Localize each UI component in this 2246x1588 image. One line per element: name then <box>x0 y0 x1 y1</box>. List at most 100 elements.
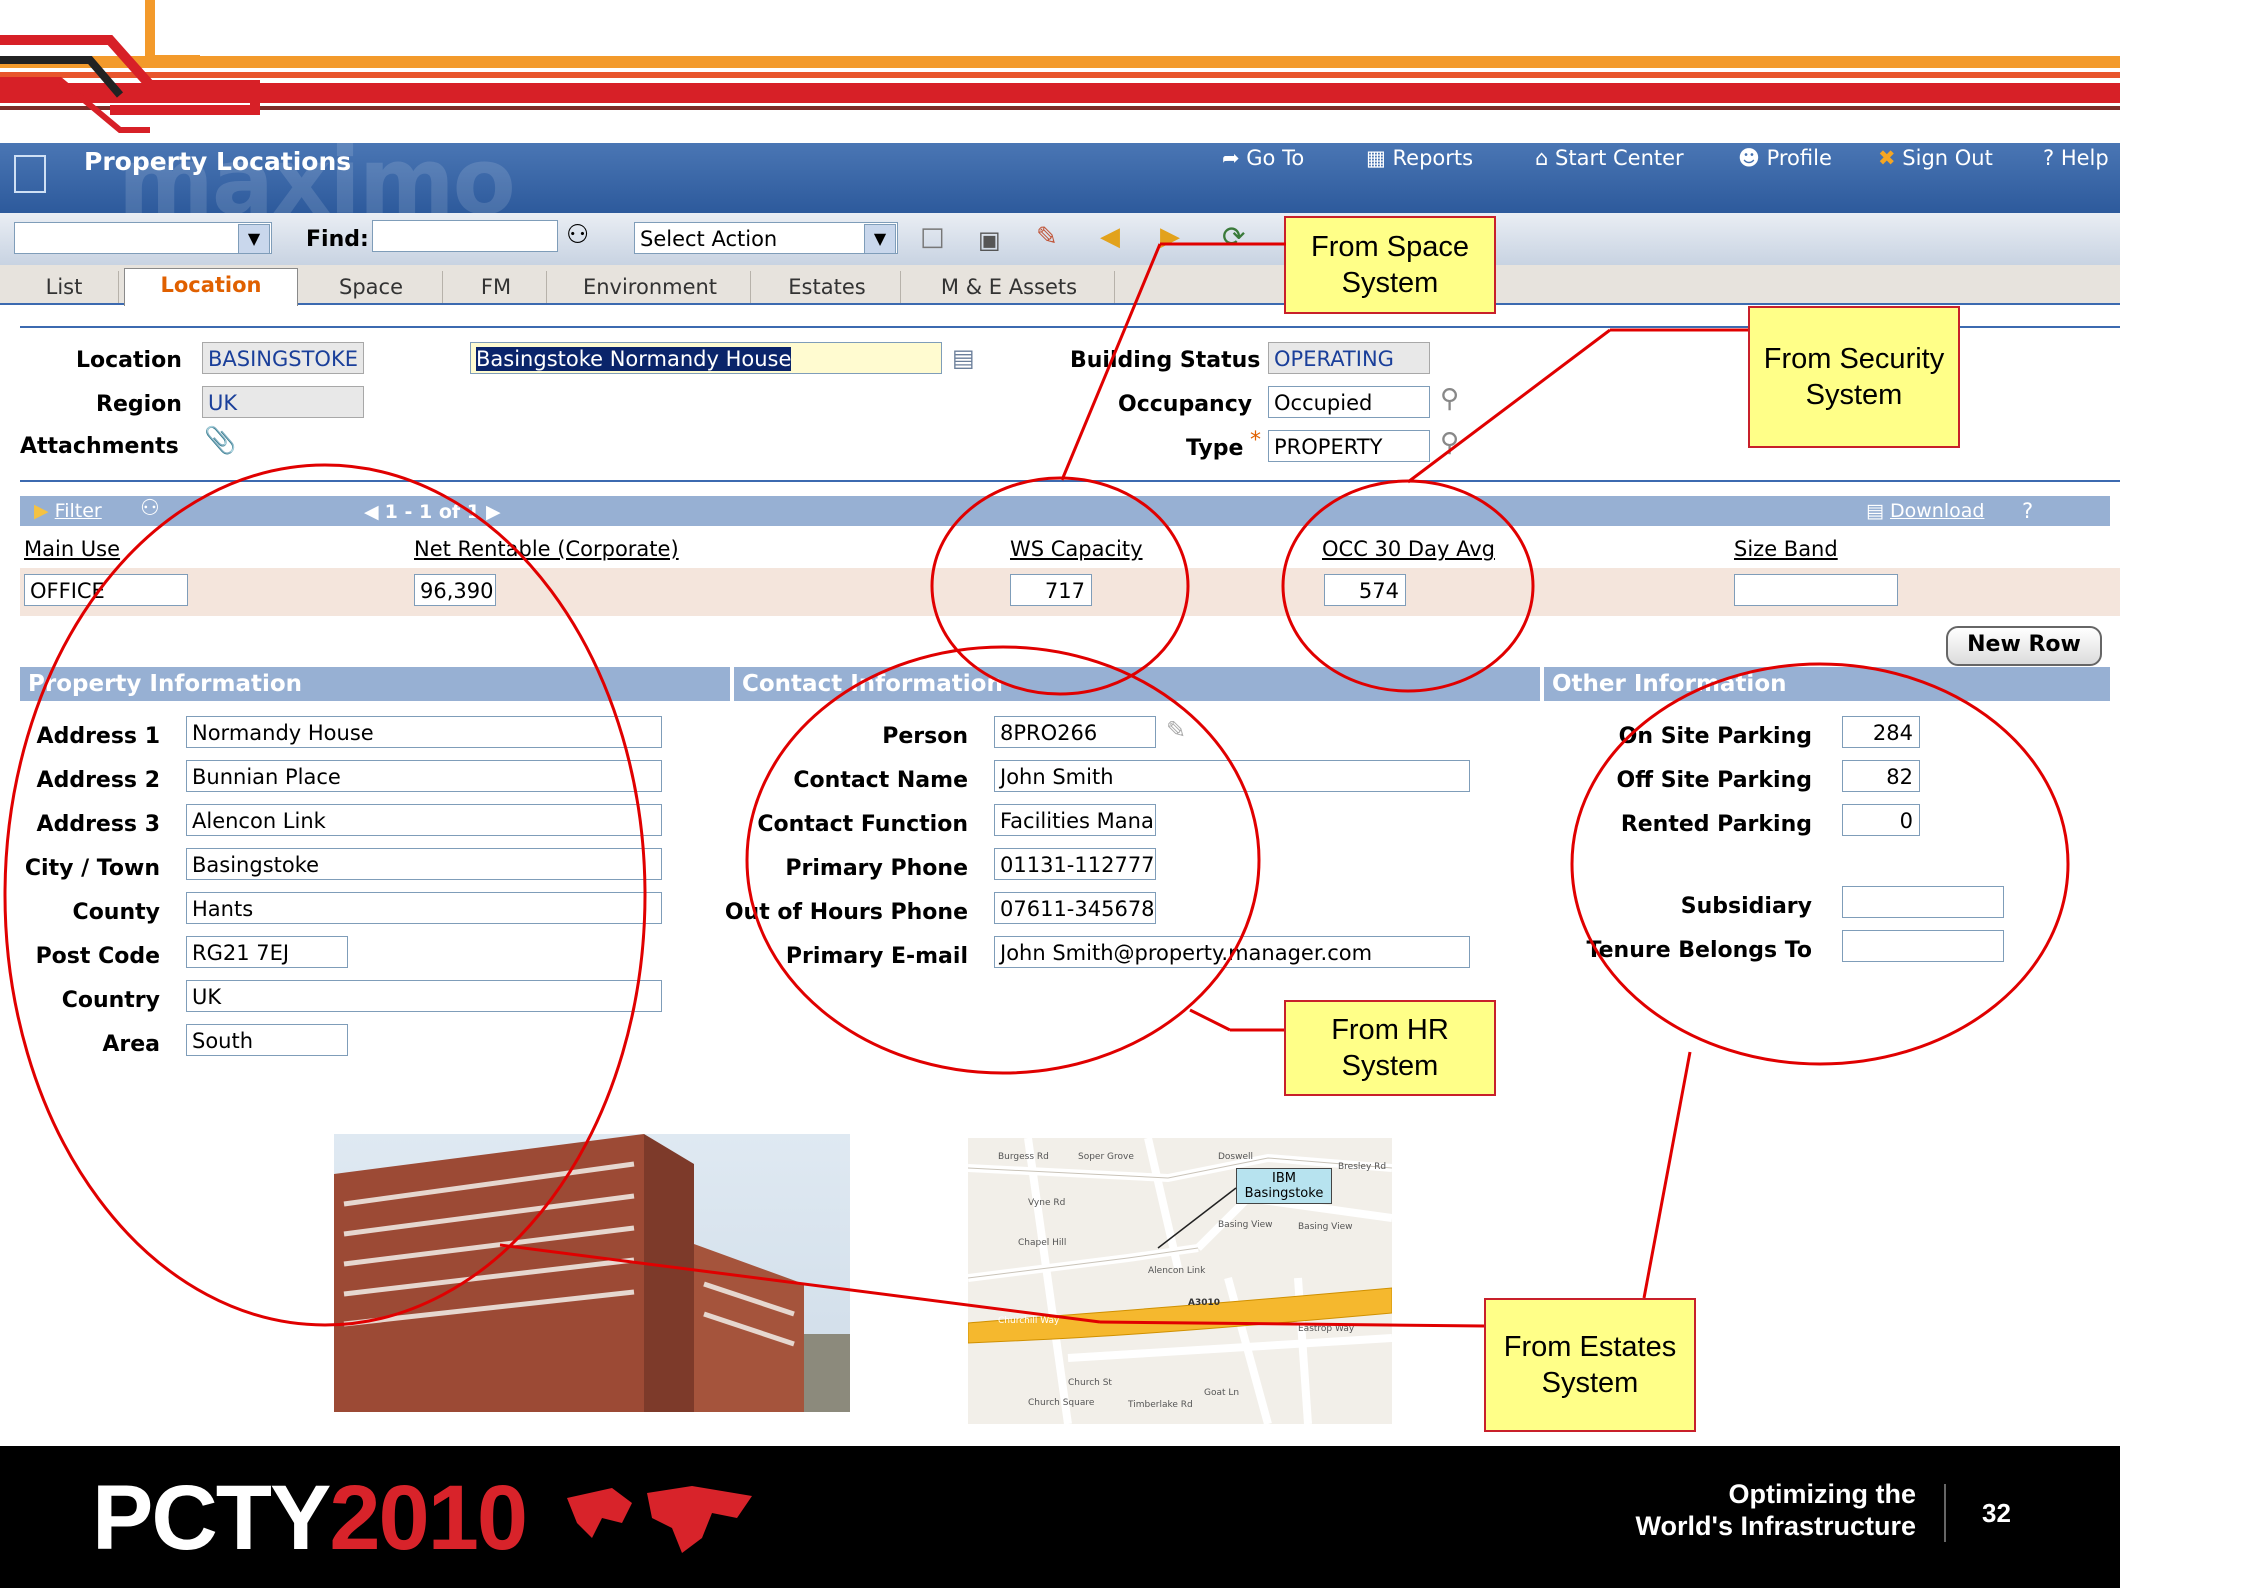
next-arrow-icon[interactable]: ▶ <box>1160 222 1180 252</box>
tab-list[interactable]: List <box>10 271 119 303</box>
out-of-hours-phone-field[interactable]: 07611-345678 <box>994 892 1156 924</box>
tab-me-assets[interactable]: M & E Assets <box>904 271 1115 303</box>
previous-page-icon[interactable]: ◀ <box>364 501 379 523</box>
app-icon <box>14 155 46 193</box>
new-row-button[interactable]: New Row <box>1946 626 2102 666</box>
county-label: County <box>72 900 160 925</box>
address-2-field[interactable]: Bunnian Place <box>186 760 662 792</box>
tagline-line-2: World's Infrastructure <box>1635 1511 1916 1541</box>
city-town-field[interactable]: Basingstoke <box>186 848 662 880</box>
profile-link[interactable]: ☻ Profile <box>1738 146 1832 170</box>
off-site-parking-field[interactable]: 82 <box>1842 760 1920 792</box>
size-band-cell[interactable] <box>1734 574 1898 606</box>
refresh-icon[interactable]: ⟳ <box>1222 220 1245 253</box>
property-information-header: Property Information <box>20 667 730 701</box>
reports-link[interactable]: ▦ Reports <box>1366 146 1473 170</box>
person-field[interactable]: 8PRO266 <box>994 716 1156 748</box>
pager: ◀ 1 - 1 of 1 ▶ <box>364 501 501 523</box>
primary-phone-field[interactable]: 01131-112777 <box>994 848 1156 880</box>
type-field[interactable]: PROPERTY <box>1268 430 1430 462</box>
tenure-belongs-to-field[interactable] <box>1842 930 2004 962</box>
primary-email-label: Primary E-mail <box>785 944 968 969</box>
filter-link[interactable]: ▶ Filter <box>34 500 102 522</box>
occ-30-day-avg-cell[interactable]: 574 <box>1324 574 1406 606</box>
query-select[interactable] <box>14 222 272 254</box>
address-3-field[interactable]: Alencon Link <box>186 804 662 836</box>
main-use-cell[interactable]: OFFICE <box>24 574 188 606</box>
net-rentable-cell[interactable]: 96,390 <box>414 574 496 606</box>
table-divider <box>20 480 2120 482</box>
sign-out-link[interactable]: ✖ Sign Out <box>1878 146 1993 170</box>
tab-environment[interactable]: Environment <box>550 271 751 303</box>
subsidiary-label: Subsidiary <box>1680 894 1812 919</box>
region-field[interactable]: UK <box>202 386 364 418</box>
address-3-label: Address 3 <box>36 812 160 837</box>
download-label: Download <box>1890 500 1985 522</box>
location-field[interactable]: BASINGSTOKE <box>202 342 364 374</box>
address-1-label: Address 1 <box>36 724 160 749</box>
post-code-field[interactable]: RG21 7EJ <box>186 936 348 968</box>
on-site-parking-field[interactable]: 284 <box>1842 716 1920 748</box>
save-icon[interactable]: ▣ <box>978 226 1001 254</box>
area-label: Area <box>102 1032 160 1057</box>
area-field[interactable]: South <box>186 1024 348 1056</box>
pencil-icon[interactable]: ✎ <box>1166 716 1186 744</box>
paperclip-icon[interactable]: 📎 <box>204 426 236 456</box>
county-field[interactable]: Hants <box>186 892 662 924</box>
tab-fm[interactable]: FM <box>446 271 547 303</box>
footer-tagline: Optimizing the World's Infrastructure <box>1560 1478 1916 1542</box>
column-occ-30-day-avg[interactable]: OCC 30 Day Avg <box>1322 537 1495 561</box>
tenure-belongs-to-label: Tenure Belongs To <box>1586 938 1812 963</box>
tab-estates[interactable]: Estates <box>754 271 901 303</box>
contact-name-field[interactable]: John Smith <box>994 760 1470 792</box>
page-number: 32 <box>1982 1498 2011 1528</box>
primary-email-field[interactable]: John Smith@property.manager.com <box>994 936 1470 968</box>
world-map-icon <box>567 1486 752 1553</box>
tagline-line-1: Optimizing the <box>1728 1479 1916 1509</box>
binoculars-icon[interactable]: ⚇ <box>566 220 589 250</box>
tab-space[interactable]: Space <box>300 271 443 303</box>
occupancy-field[interactable]: Occupied <box>1268 386 1430 418</box>
table-toolbar <box>20 496 2110 526</box>
location-map: Burgess Rd Soper Grove Doswell Bresley R… <box>968 1138 1392 1424</box>
clear-icon[interactable]: ✎ <box>1036 222 1058 252</box>
ws-capacity-cell[interactable]: 717 <box>1010 574 1092 606</box>
chevron-down-icon[interactable]: ▼ <box>864 224 896 254</box>
new-record-icon[interactable]: □ <box>920 222 945 252</box>
type-label: Type <box>1186 436 1244 461</box>
column-main-use[interactable]: Main Use <box>24 537 120 561</box>
chevron-down-icon[interactable]: ▼ <box>238 224 270 254</box>
contact-function-field[interactable]: Facilities Manag <box>994 804 1156 836</box>
country-field[interactable]: UK <box>186 980 662 1012</box>
select-action-dropdown[interactable]: Select Action <box>634 222 898 254</box>
year-text: 2010 <box>329 1467 528 1569</box>
contact-information-header: Contact Information <box>734 667 1540 701</box>
lookup-icon[interactable]: ⚲ <box>1440 428 1459 458</box>
next-page-icon[interactable]: ▶ <box>486 501 501 523</box>
tab-location[interactable]: Location <box>124 268 298 306</box>
start-center-link[interactable]: ⌂ Start Center <box>1535 146 1684 170</box>
help-icon[interactable]: ? <box>2022 499 2033 523</box>
location-description-field[interactable]: Basingstoke Normandy House <box>470 342 942 374</box>
callout-estates-system: From Estates System <box>1484 1298 1696 1432</box>
help-link[interactable]: ? Help <box>2043 146 2109 170</box>
previous-arrow-icon[interactable]: ◀ <box>1100 222 1120 252</box>
other-information-header: Other Information <box>1544 667 2110 701</box>
column-net-rentable[interactable]: Net Rentable (Corporate) <box>414 537 679 561</box>
rented-parking-field[interactable]: 0 <box>1842 804 1920 836</box>
subsidiary-field[interactable] <box>1842 886 2004 918</box>
download-link[interactable]: ▤ Download <box>1866 500 1984 522</box>
find-input[interactable] <box>372 220 558 252</box>
building-status-field[interactable]: OPERATING <box>1268 342 1430 374</box>
location-label: Location <box>76 348 182 373</box>
goto-link[interactable]: ➦ Go To <box>1222 146 1304 170</box>
long-description-icon[interactable]: ▤ <box>952 344 975 372</box>
column-size-band[interactable]: Size Band <box>1734 537 1838 561</box>
app-title: Property Locations <box>84 147 352 176</box>
column-ws-capacity[interactable]: WS Capacity <box>1010 537 1143 561</box>
find-label: Find: <box>306 227 369 252</box>
address-1-field[interactable]: Normandy House <box>186 716 662 748</box>
occupancy-label: Occupancy <box>1118 392 1253 417</box>
lookup-icon[interactable]: ⚲ <box>1440 384 1459 414</box>
binoculars-icon[interactable]: ⚇ <box>140 496 160 521</box>
